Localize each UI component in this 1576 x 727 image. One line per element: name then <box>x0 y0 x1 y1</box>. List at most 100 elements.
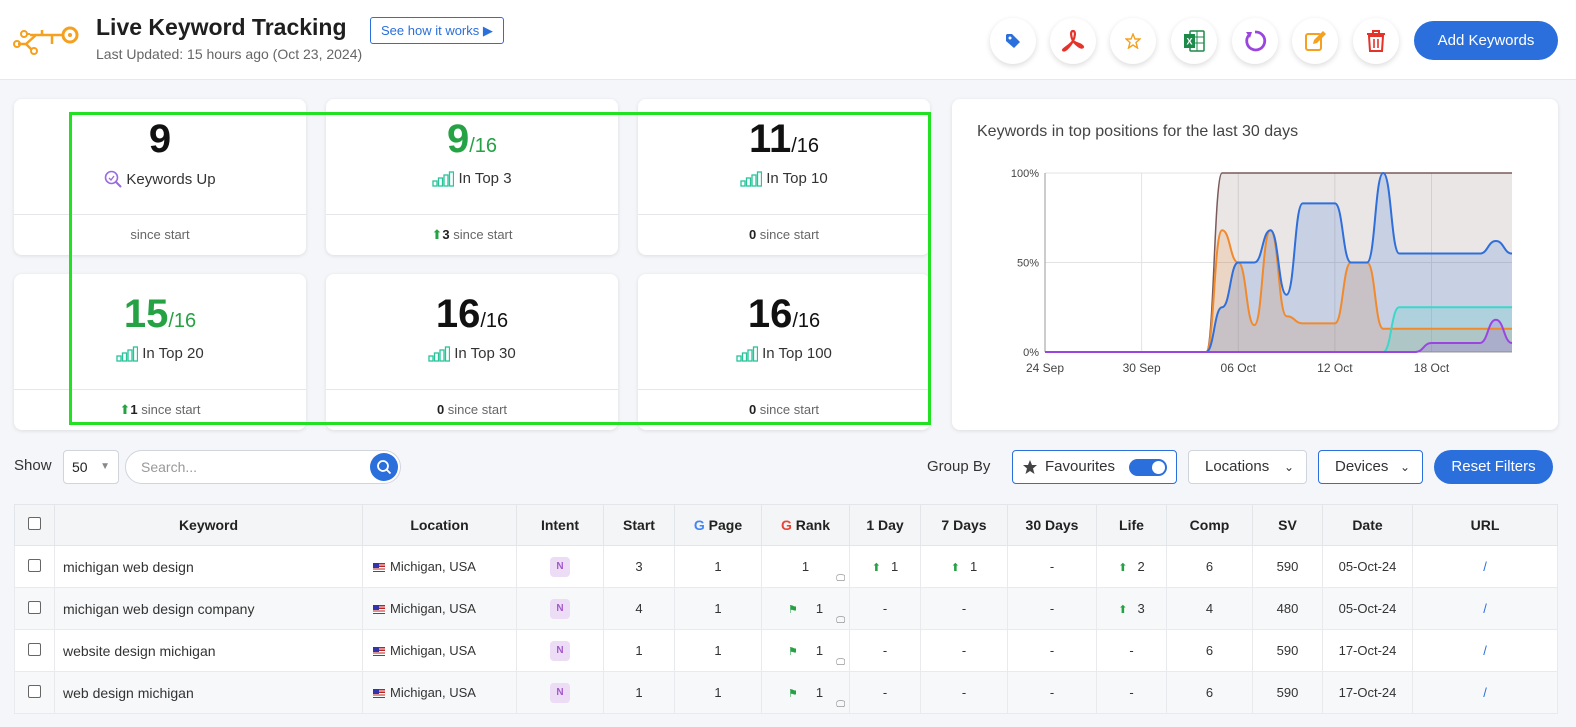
excel-export-button[interactable]: X <box>1171 18 1217 64</box>
reset-filters-button[interactable]: Reset Filters <box>1434 450 1553 484</box>
col-location[interactable]: Location <box>362 504 517 546</box>
stat-label: Keywords Up <box>126 170 216 188</box>
thirty-days-cell: - <box>1007 629 1097 672</box>
desktop-icon: 🖵 <box>836 657 845 667</box>
key-logo-icon <box>13 26 79 55</box>
row-checkbox[interactable] <box>14 587 55 630</box>
tag-icon <box>1006 34 1020 48</box>
row-checkbox[interactable] <box>14 671 55 714</box>
refresh-button[interactable] <box>1232 18 1278 64</box>
y-tick-label: 50% <box>1017 258 1039 270</box>
col-comp[interactable]: Comp <box>1166 504 1253 546</box>
x-tick-label: 06 Oct <box>1221 361 1257 375</box>
url-link[interactable]: / <box>1483 601 1487 616</box>
url-cell[interactable]: / <box>1412 671 1558 714</box>
stat-value: 15/16 <box>123 292 197 336</box>
rank-cell: ⚑ 1 🖵 <box>761 671 850 714</box>
delete-button[interactable] <box>1353 18 1399 64</box>
one-day-cell: - <box>849 629 921 672</box>
google-icon: G <box>693 517 705 533</box>
refresh-icon <box>1245 30 1267 52</box>
see-how-it-works-button[interactable]: See how it works ▶ <box>370 17 504 44</box>
thirty-days-cell: - <box>1007 545 1097 588</box>
divider <box>326 389 618 390</box>
arrow-up-icon: ⬆ <box>1118 604 1128 616</box>
intent-badge: N <box>550 640 570 661</box>
search-input[interactable]: Search... <box>125 450 401 484</box>
one-day-cell: - <box>849 671 921 714</box>
sv-cell: 590 <box>1252 629 1323 672</box>
comp-cell: 6 <box>1166 629 1253 672</box>
intent-cell: N <box>516 629 604 672</box>
sv-cell: 590 <box>1252 671 1323 714</box>
stat-card-top-3: 9/16 In Top 3 ⬆3 since start <box>326 99 618 255</box>
row-checkbox[interactable] <box>14 545 55 588</box>
x-tick-label: 24 Sep <box>1026 361 1064 375</box>
keyword-cell: michigan web design company <box>54 587 363 630</box>
date-cell: 17-Oct-24 <box>1322 671 1413 714</box>
col-30-days[interactable]: 30 Days <box>1007 504 1097 546</box>
col-url[interactable]: URL <box>1412 504 1558 546</box>
pdf-export-button[interactable] <box>1050 18 1096 64</box>
stat-value: 16/16 <box>435 292 509 336</box>
col-7-days[interactable]: 7 Days <box>920 504 1008 546</box>
bar-signal-icon <box>740 170 763 187</box>
url-cell[interactable]: / <box>1412 587 1558 630</box>
divider <box>14 214 306 215</box>
table-row[interactable]: michigan web design company Michigan, USA… <box>14 587 1558 630</box>
chevron-down-icon: ⌄ <box>1283 460 1294 474</box>
url-cell[interactable]: / <box>1412 629 1558 672</box>
url-cell[interactable]: / <box>1412 545 1558 588</box>
stat-card-top-30: 16/16 In Top 30 0 since start <box>326 274 618 430</box>
stat-value: 11/16 <box>748 117 820 161</box>
seven-days-cell: - <box>920 629 1008 672</box>
select-all-checkbox[interactable] <box>14 504 55 546</box>
page-size-select[interactable]: 50 ▼ <box>63 450 119 484</box>
url-link[interactable]: / <box>1483 685 1487 700</box>
trash-icon <box>1367 30 1385 52</box>
intent-badge: N <box>550 598 570 619</box>
col-life[interactable]: Life <box>1096 504 1167 546</box>
col-date[interactable]: Date <box>1322 504 1413 546</box>
x-tick-label: 30 Sep <box>1123 361 1161 375</box>
bar-signal-icon <box>116 345 139 362</box>
table-row[interactable]: web design michigan Michigan, USA N 1 1 ⚑ 1 🖵 - -… <box>14 671 1558 714</box>
tag-button[interactable] <box>990 18 1036 64</box>
favourite-button[interactable] <box>1110 18 1156 64</box>
col-start[interactable]: Start <box>603 504 675 546</box>
location-cell: Michigan, USA <box>362 587 517 630</box>
locations-dropdown[interactable]: Locations ⌄ <box>1188 450 1307 484</box>
stat-label: In Top 3 <box>458 170 512 187</box>
col-keyword[interactable]: Keyword <box>54 504 363 546</box>
life-cell: ⬆ 3 <box>1096 587 1167 630</box>
toggle-switch[interactable] <box>1129 459 1167 476</box>
row-checkbox[interactable] <box>14 629 55 672</box>
page-title: Live Keyword Tracking <box>96 14 347 40</box>
seven-days-cell: - <box>920 587 1008 630</box>
stat-card-top-10: 11/16 In Top 10 0 since start <box>638 99 930 255</box>
bar-signal-icon <box>736 345 759 362</box>
col-intent[interactable]: Intent <box>516 504 604 546</box>
last-updated-text: Last Updated: 15 hours ago (Oct 23, 2024… <box>96 46 363 62</box>
favourites-toggle[interactable]: Favourites <box>1012 450 1177 484</box>
add-keywords-button[interactable]: Add Keywords <box>1414 21 1558 60</box>
url-link[interactable]: / <box>1483 643 1487 658</box>
col-sv[interactable]: SV <box>1252 504 1323 546</box>
table-row[interactable]: michigan web design Michigan, USA N 3 1 1 🖵 ⬆ 1 ⬆… <box>14 545 1558 588</box>
intent-cell: N <box>516 671 604 714</box>
col-1-day[interactable]: 1 Day <box>849 504 921 546</box>
table-row[interactable]: website design michigan Michigan, USA N 1 1 ⚑… <box>14 629 1558 672</box>
one-day-cell: ⬆ 1 <box>849 545 921 588</box>
url-link[interactable]: / <box>1483 559 1487 574</box>
devices-dropdown[interactable]: Devices ⌄ <box>1318 450 1423 484</box>
flag-icon: ⚑ <box>787 646 798 658</box>
flag-icon: ⚑ <box>787 604 798 616</box>
col-page[interactable]: G Page <box>674 504 762 546</box>
search-button[interactable] <box>370 453 398 481</box>
divider <box>14 389 306 390</box>
desktop-icon: 🖵 <box>836 573 845 583</box>
col-rank[interactable]: G Rank <box>761 504 850 546</box>
chevron-down-icon: ⌄ <box>1399 460 1410 474</box>
page-cell: 1 <box>674 629 762 672</box>
edit-button[interactable] <box>1292 18 1338 64</box>
